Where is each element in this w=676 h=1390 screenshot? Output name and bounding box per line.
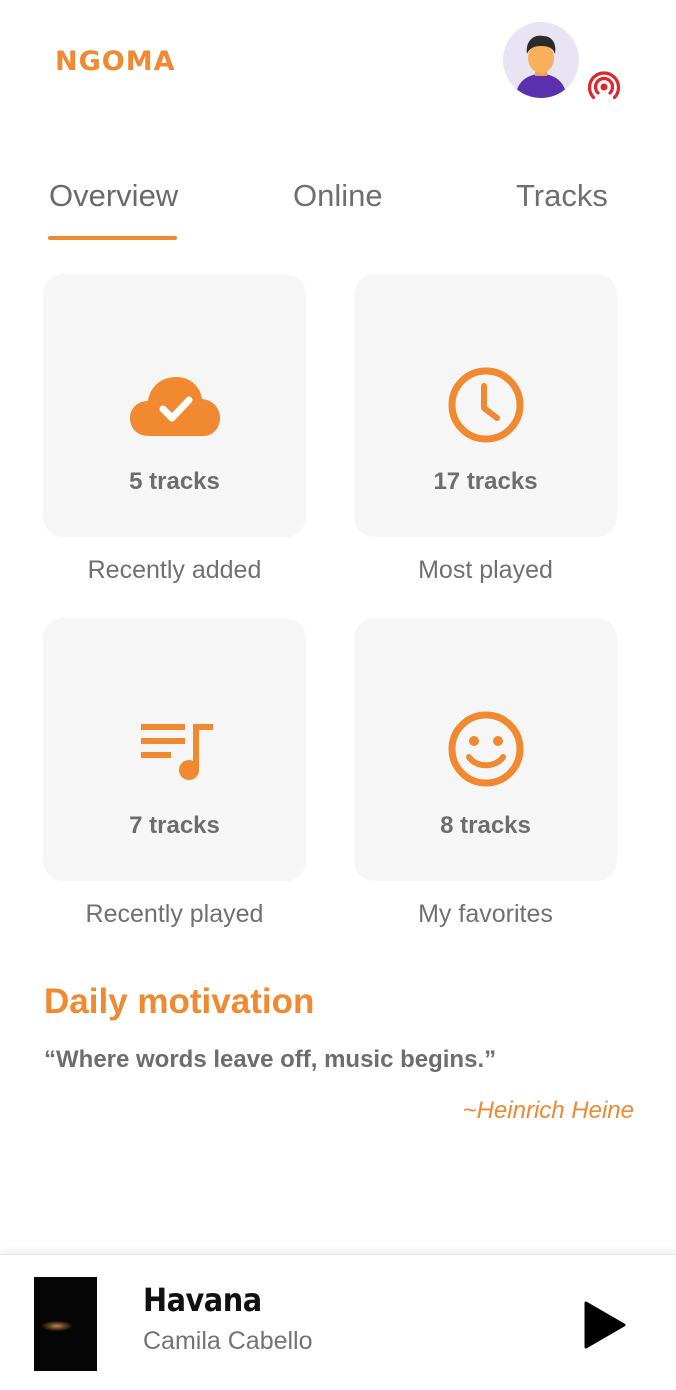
now-playing-artist: Camila Cabello — [143, 1327, 313, 1355]
tab-tracks[interactable]: Tracks — [516, 178, 608, 214]
cloud-check-icon — [127, 366, 223, 446]
card-track-count: 7 tracks — [129, 812, 220, 839]
card-recently-added[interactable]: 5 tracks — [43, 274, 306, 537]
tab-overview[interactable]: Overview — [49, 178, 178, 214]
card-label-recently-played: Recently played — [85, 900, 264, 928]
user-avatar-icon[interactable] — [503, 22, 579, 98]
card-track-count: 8 tracks — [440, 812, 531, 839]
card-my-favorites[interactable]: 8 tracks — [354, 618, 617, 881]
motivation-heading: Daily motivation — [44, 982, 315, 1021]
motivation-quote: “Where words leave off, music begins.” — [44, 1046, 497, 1073]
play-icon[interactable] — [580, 1299, 628, 1351]
mini-player[interactable]: Havana Camila Cabello — [0, 1254, 676, 1390]
card-most-played[interactable]: 17 tracks — [354, 274, 617, 537]
broadcast-icon[interactable] — [587, 70, 621, 104]
now-playing-title: Havana — [143, 1281, 262, 1319]
app-logo: NGOMA — [55, 46, 176, 77]
clock-icon — [438, 366, 534, 446]
card-label-recently-added: Recently added — [87, 556, 262, 584]
card-recently-played[interactable]: 7 tracks — [43, 618, 306, 881]
album-art-light — [42, 1321, 72, 1331]
card-track-count: 5 tracks — [129, 468, 220, 495]
playlist-icon — [127, 710, 223, 790]
active-tab-indicator — [48, 236, 177, 240]
motivation-author: ~Heinrich Heine — [462, 1097, 634, 1124]
album-art[interactable] — [34, 1277, 97, 1371]
tab-online[interactable]: Online — [293, 178, 383, 214]
card-label-most-played: Most played — [418, 556, 553, 584]
card-label-my-favorites: My favorites — [418, 900, 553, 928]
card-track-count: 17 tracks — [433, 468, 538, 495]
smiley-icon — [438, 710, 534, 790]
tab-bar: Overview Online Tracks — [0, 170, 676, 242]
